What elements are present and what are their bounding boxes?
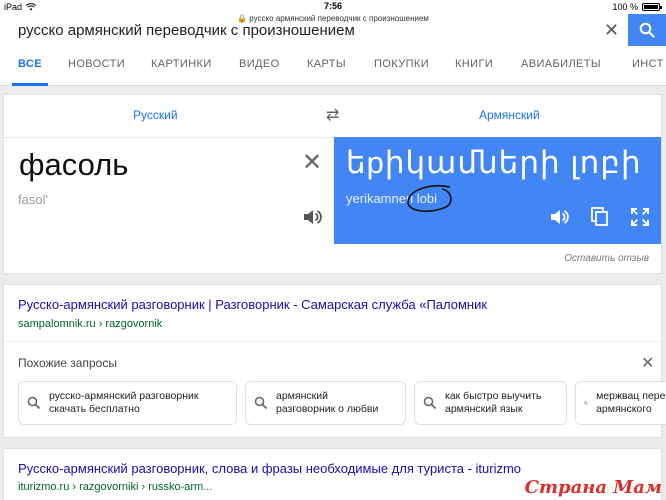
similar-query-chip[interactable]: как быстро выучить армянский язык — [414, 381, 567, 425]
status-bar: iPad 7:56 100 % — [0, 0, 666, 14]
tab-video[interactable]: ВИДЕО — [239, 54, 280, 86]
chip-line: армянский — [276, 390, 328, 402]
language-row: Русский ⇄ Армянский — [4, 95, 661, 137]
search-icon — [423, 396, 437, 410]
handwritten-circle-mark — [407, 185, 452, 213]
result-url: sampalomnik.ru › razgovornik — [18, 318, 163, 330]
source-pane[interactable]: фасоль fasol' ✕ — [4, 137, 334, 244]
chip-line: разговорник о любви — [276, 403, 379, 415]
tab-more[interactable]: ИНСТ — [632, 54, 664, 86]
target-pane: եpիկամների լոբի yerikamneri lobi — [334, 137, 661, 244]
fullscreen-icon[interactable] — [631, 208, 649, 226]
similar-queries-title: Похожие запросы — [18, 356, 117, 370]
speaker-icon[interactable] — [549, 208, 569, 226]
clear-source-icon[interactable]: ✕ — [302, 148, 322, 177]
tab-flights[interactable]: АВИАБИЛЕТЫ — [521, 54, 601, 86]
search-result-card: Русско-армянский разговорник | Разговорн… — [3, 284, 666, 438]
battery-icon — [642, 3, 662, 11]
translate-card: Русский ⇄ Армянский фасоль fasol' ✕ եpիկ… — [3, 94, 662, 274]
search-header: 🔒 русско армянский переводчик с произнош… — [0, 14, 666, 86]
speaker-icon[interactable] — [302, 208, 322, 226]
chip-line: русско-армянский разговорник — [49, 390, 199, 402]
result-title-link[interactable]: Русско-армянский разговорник | Разговорн… — [18, 297, 487, 312]
result-url: iturizmo.ru › razgovorniki › russko-arm.… — [18, 481, 213, 493]
search-icon — [27, 396, 41, 410]
search-button[interactable] — [628, 14, 666, 46]
similar-query-chip[interactable]: русско-армянский разговорник скачать бес… — [18, 381, 237, 425]
chip-line: как быстро выучить — [445, 390, 542, 402]
battery-percent: 100 % — [612, 2, 638, 12]
chip-line: мержвац перев — [596, 390, 666, 402]
search-input[interactable]: русско армянский переводчик с произношен… — [18, 22, 355, 39]
result-title-link[interactable]: Русско-армянский разговорник, слова и фр… — [18, 461, 521, 476]
source-text[interactable]: фасоль — [19, 147, 128, 183]
copy-icon[interactable] — [591, 207, 609, 227]
search-icon — [584, 401, 588, 405]
search-icon — [639, 22, 655, 38]
tab-news[interactable]: НОВОСТИ — [68, 54, 125, 86]
chip-line: армянского — [596, 403, 652, 415]
chip-line: скачать бесплатно — [49, 403, 140, 415]
search-icon — [254, 396, 268, 410]
source-transliteration: fasol' — [18, 192, 48, 207]
chip-line: армянский язык — [445, 403, 523, 415]
close-similar-icon[interactable]: ✕ — [641, 353, 654, 373]
tab-all[interactable]: ВСЕ — [11, 54, 49, 86]
feedback-link[interactable]: Оставить отзыв — [564, 253, 649, 264]
divider — [4, 341, 661, 342]
tab-shopping[interactable]: ПОКУПКИ — [374, 54, 429, 86]
tab-images[interactable]: КАРТИНКИ — [151, 54, 212, 86]
similar-query-chip[interactable]: мержвац перев армянского — [575, 381, 666, 425]
clear-search-icon[interactable]: ✕ — [604, 20, 619, 41]
target-text: եpիկամների լոբի — [346, 145, 642, 180]
tab-books[interactable]: КНИГИ — [455, 54, 493, 86]
similar-query-chip[interactable]: армянский разговорник о любви — [245, 381, 406, 425]
tab-maps[interactable]: КАРТЫ — [307, 54, 346, 86]
similar-queries-row: русско-армянский разговорник скачать бес… — [18, 381, 666, 425]
target-language[interactable]: Армянский — [479, 108, 540, 122]
swap-languages-icon[interactable]: ⇄ — [326, 105, 339, 125]
status-time: 7:56 — [323, 1, 342, 11]
source-language[interactable]: Русский — [133, 108, 178, 122]
watermark: Страна Мам — [524, 477, 662, 498]
